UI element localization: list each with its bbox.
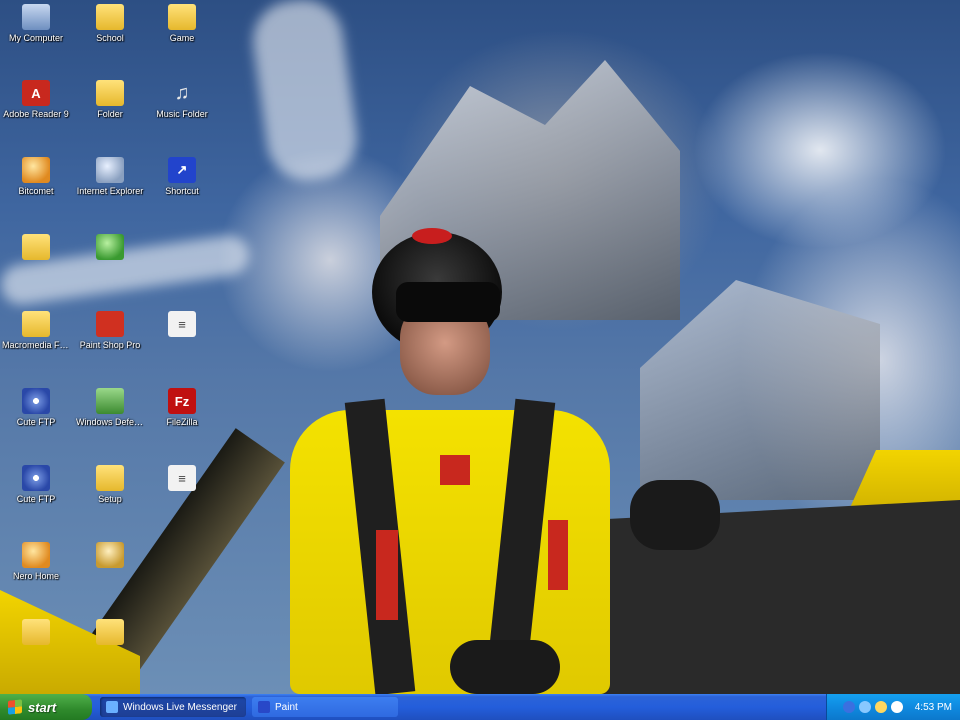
filezilla-icon: Fz <box>168 388 196 414</box>
desktop-icon[interactable]: Macromedia Flash Player <box>0 307 72 379</box>
desktop-icon[interactable]: ♫ Music Folder <box>146 76 218 148</box>
desktop-icon[interactable] <box>0 615 72 687</box>
desktop-icon[interactable]: Game <box>146 0 218 72</box>
harness-strap <box>548 520 568 590</box>
shortcut-icon: ↗ <box>168 157 196 183</box>
wallpaper-contrail <box>247 0 363 186</box>
folder-icon <box>22 234 50 260</box>
desktop-icon[interactable]: ↗ Shortcut <box>146 153 218 225</box>
music-icon: ♫ <box>174 81 190 104</box>
desktop-icon[interactable]: Nero Home <box>0 538 72 610</box>
desktop-icon[interactable]: School <box>74 0 146 72</box>
desktop-icon[interactable]: Paint Shop Pro <box>74 307 146 379</box>
start-button[interactable]: start <box>0 694 92 720</box>
taskbar: start Windows Live Messenger Paint 4:53 … <box>0 694 960 720</box>
clock[interactable]: 4:53 PM <box>915 702 952 713</box>
computer-icon <box>22 4 50 30</box>
desktop-icon[interactable]: Bitcomet <box>0 153 72 225</box>
pilot-helmet <box>412 228 452 244</box>
folder-icon <box>96 465 124 491</box>
desktop-icon[interactable]: Setup <box>74 461 146 533</box>
folder-icon <box>96 619 124 645</box>
desktop-icon[interactable]: ≡ <box>146 461 218 533</box>
green-app-icon <box>96 234 124 260</box>
desktop-icon[interactable] <box>74 615 146 687</box>
start-label: start <box>28 699 57 715</box>
adobe-reader-icon: A <box>22 80 50 106</box>
messenger-icon <box>106 701 118 713</box>
taskbar-button-messenger[interactable]: Windows Live Messenger <box>100 697 246 717</box>
folder-icon <box>96 4 124 30</box>
paintshop-icon <box>96 311 124 337</box>
messenger-status-icon[interactable] <box>874 701 887 713</box>
desktop-icon[interactable]: My Computer <box>0 0 72 72</box>
desktop-icon[interactable]: Folder <box>74 76 146 148</box>
network-icon[interactable] <box>842 701 855 713</box>
desktop-icon[interactable]: Cute FTP <box>0 461 72 533</box>
pilot-glove <box>630 480 720 550</box>
desktop-icon[interactable]: ≡ <box>146 307 218 379</box>
globe-icon <box>96 157 124 183</box>
desktop-icon[interactable] <box>0 230 72 302</box>
desktop-icon[interactable]: Windows Defender <box>74 384 146 456</box>
folder-icon <box>22 311 50 337</box>
folder-icon <box>22 619 50 645</box>
desktop-icon[interactable]: Cute FTP <box>0 384 72 456</box>
cuteftp-icon <box>22 465 50 491</box>
pilot-visor <box>396 282 500 322</box>
desktop-icon[interactable]: Internet Explorer <box>74 153 146 225</box>
person-icon <box>96 542 124 568</box>
desktop-icon[interactable]: A Adobe Reader 9 <box>0 76 72 148</box>
bitcomet-icon <box>22 157 50 183</box>
volume-icon[interactable] <box>858 701 871 713</box>
desktop-icon[interactable] <box>74 230 146 302</box>
pilot-glove <box>450 640 560 694</box>
paint-icon <box>258 701 270 713</box>
cockpit-panel <box>560 500 960 694</box>
folder-icon <box>168 4 196 30</box>
nero-icon <box>22 542 50 568</box>
harness-strap <box>440 455 470 485</box>
taskbar-button-label: Paint <box>275 701 298 713</box>
folder-icon <box>96 80 124 106</box>
security-icon[interactable] <box>890 701 903 713</box>
document-icon: ≡ <box>168 311 196 337</box>
system-tray: 4:53 PM <box>826 694 960 720</box>
taskbar-button-label: Windows Live Messenger <box>123 701 237 713</box>
taskbar-button-paint[interactable]: Paint <box>252 697 398 717</box>
desktop-icon[interactable]: Fz FileZilla <box>146 384 218 456</box>
harness-strap <box>376 530 398 620</box>
cuteftp-icon <box>22 388 50 414</box>
windows-logo-icon <box>8 699 22 715</box>
desktop-icon[interactable] <box>74 538 146 610</box>
document-icon: ≡ <box>168 465 196 491</box>
shield-icon <box>96 388 124 414</box>
